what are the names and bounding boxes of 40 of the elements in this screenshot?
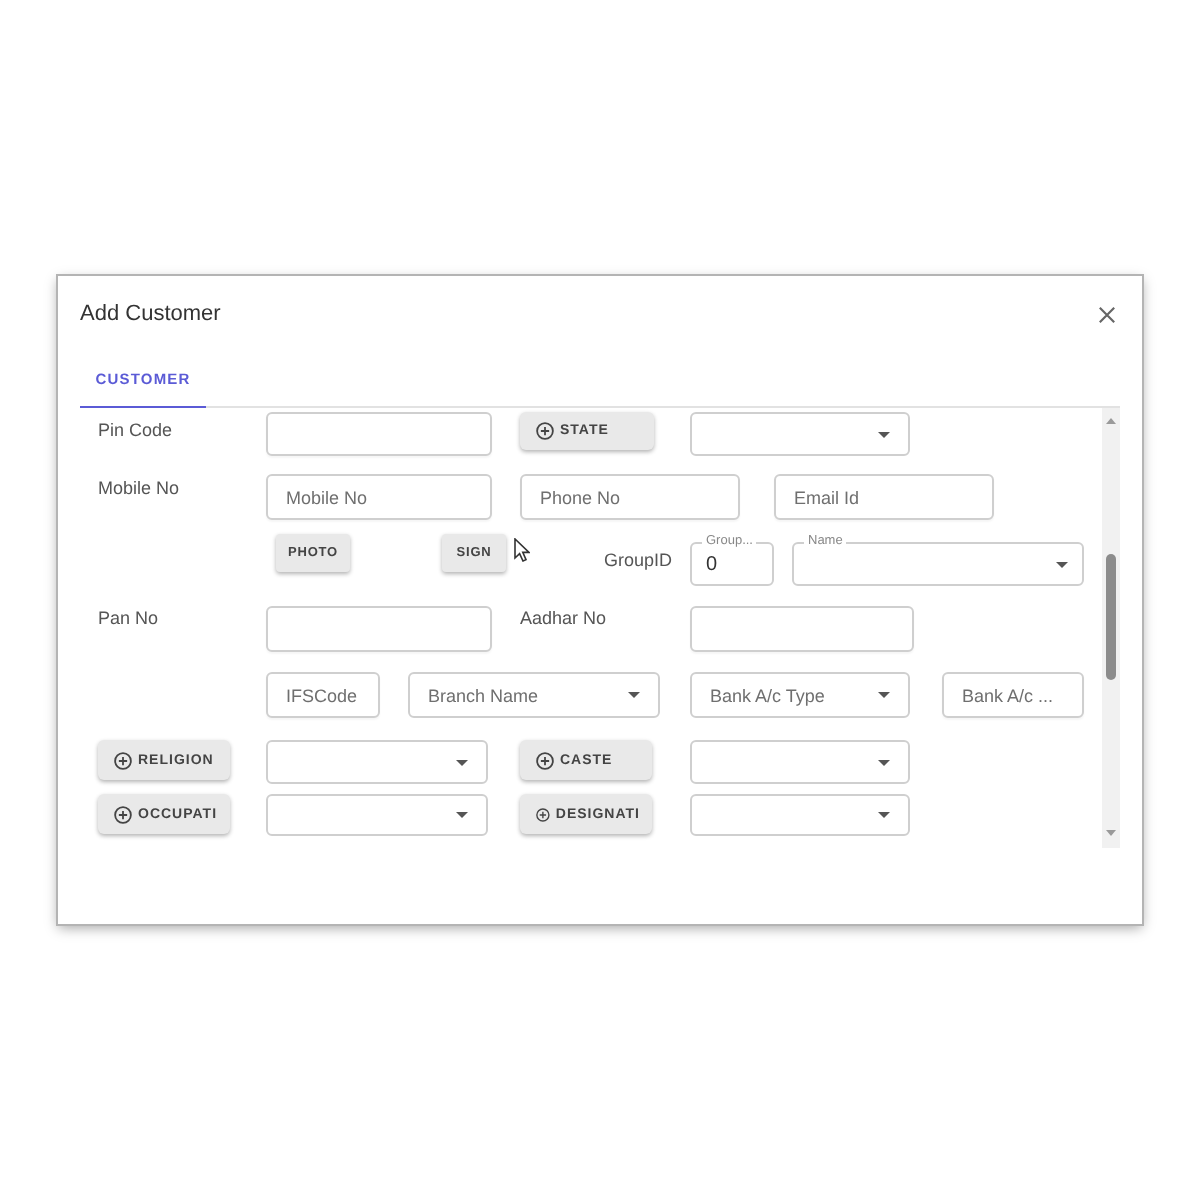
close-button[interactable] — [1096, 304, 1116, 324]
dropdown-field[interactable] — [690, 794, 910, 836]
field-label: Pin Code — [98, 420, 173, 442]
mouse-pointer-icon — [514, 538, 530, 562]
scroll-up-arrow-icon[interactable] — [1106, 418, 1116, 424]
text-field[interactable]: IFSCode — [266, 672, 380, 718]
text-field[interactable]: Bank A/c ... — [942, 672, 1084, 718]
text-field[interactable]: Phone No — [520, 474, 740, 520]
plus-circle-icon — [536, 751, 554, 769]
plus-circle-icon — [536, 422, 554, 440]
caret-down-icon — [878, 692, 890, 698]
caret-down-icon — [878, 812, 890, 818]
field-label: Aadhar No — [520, 608, 607, 630]
dialog-title: Add Customer — [80, 302, 221, 326]
caret-down-icon — [456, 759, 468, 765]
field-label: Pan No — [98, 608, 159, 630]
dropdown-field[interactable] — [690, 412, 910, 456]
caret-down-icon — [456, 812, 468, 818]
text-field[interactable]: Mobile No — [266, 474, 492, 520]
dropdown-field[interactable]: Branch Name — [408, 672, 660, 718]
plus-circle-icon — [114, 751, 132, 769]
dropdown-field[interactable] — [266, 740, 488, 784]
scroll-down-arrow-icon[interactable] — [1106, 830, 1116, 836]
caret-down-icon — [878, 431, 890, 437]
text-field[interactable] — [266, 606, 492, 652]
scrollbar-thumb[interactable] — [1106, 554, 1116, 680]
field-label: GroupID — [604, 550, 673, 572]
caret-down-icon — [1056, 561, 1068, 567]
text-field[interactable] — [690, 606, 914, 652]
dropdown-field[interactable] — [690, 740, 910, 784]
dropdown-field[interactable]: Bank A/c Type — [690, 672, 910, 718]
plus-circle-icon — [536, 805, 550, 823]
caret-down-icon — [628, 692, 640, 698]
close-icon — [1097, 305, 1115, 323]
plus-circle-icon — [114, 805, 132, 823]
caret-down-icon — [878, 759, 890, 765]
field-label: Mobile No — [98, 478, 180, 500]
text-field[interactable]: Email Id — [774, 474, 994, 520]
dropdown-field[interactable] — [266, 794, 488, 836]
text-field[interactable] — [266, 412, 492, 456]
